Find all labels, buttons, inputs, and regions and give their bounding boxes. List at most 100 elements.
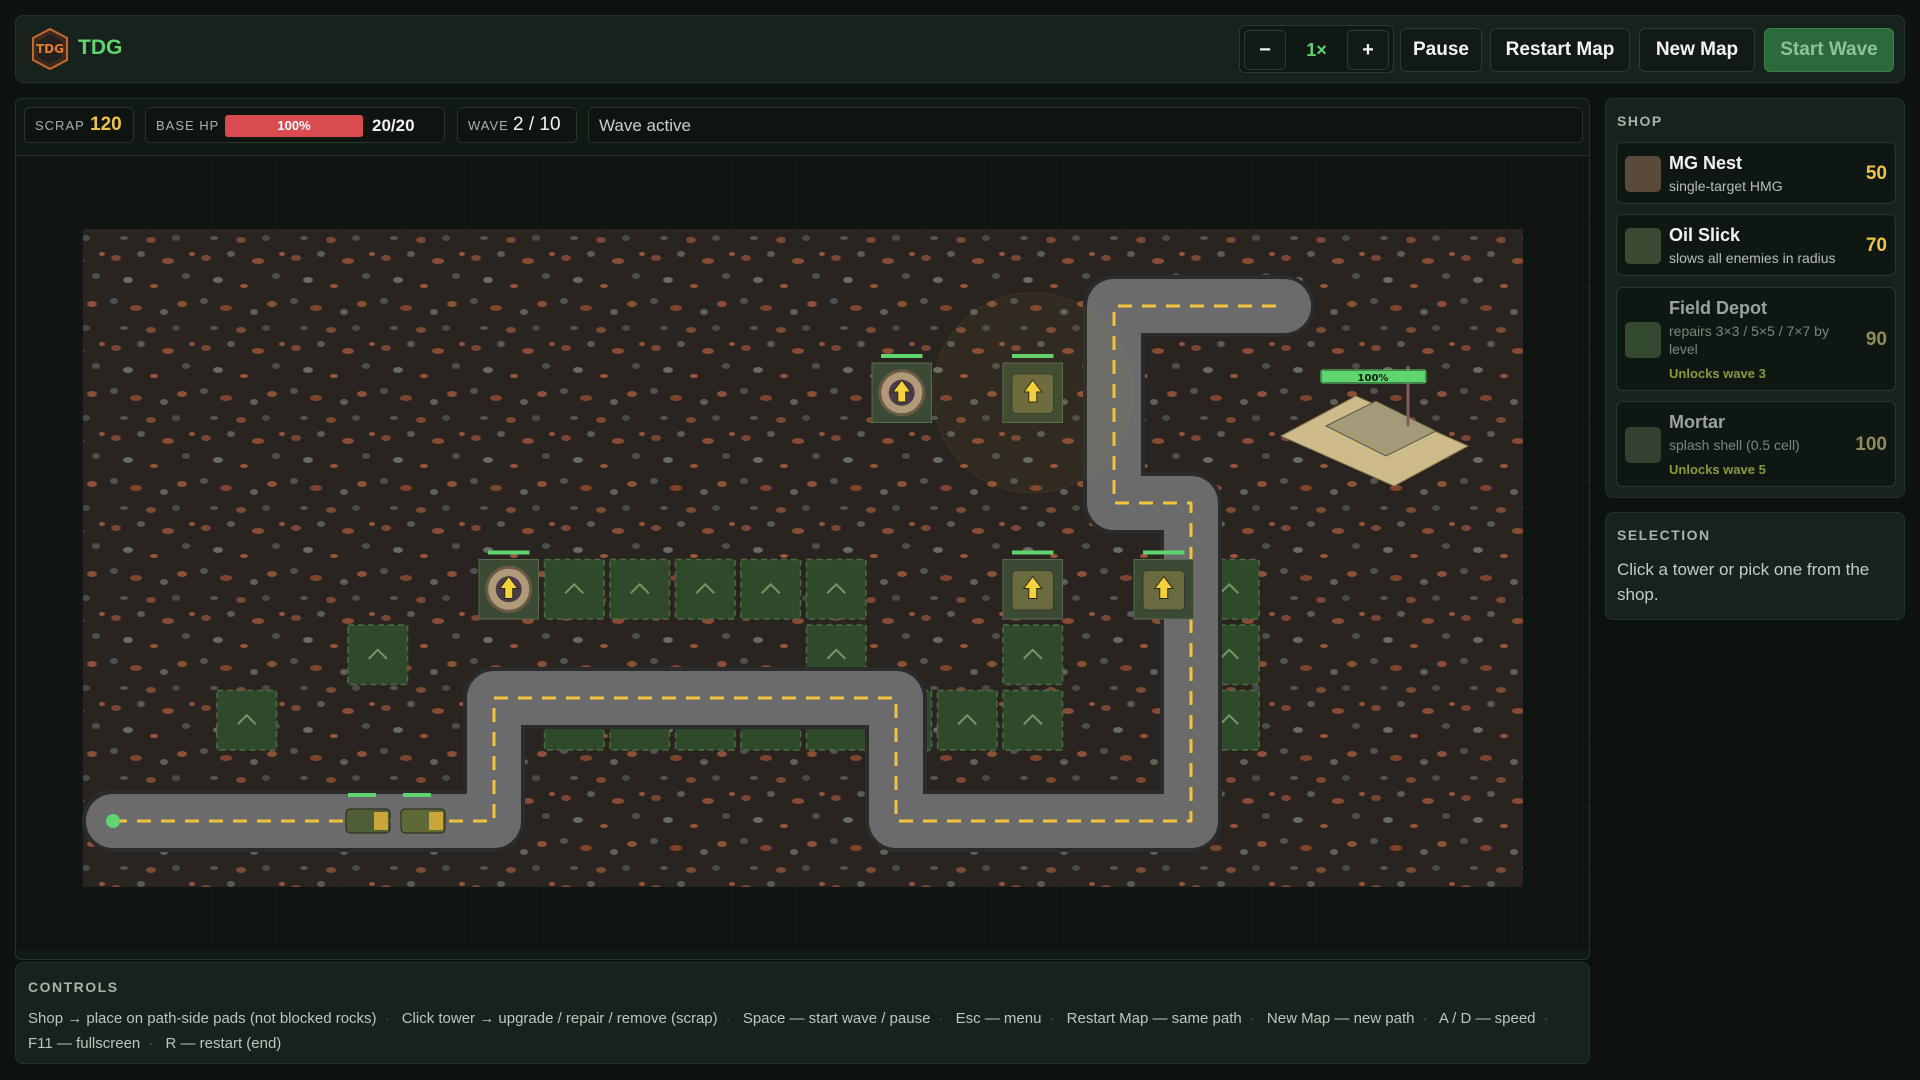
tower-health-bar (1143, 550, 1185, 555)
shop-item-name: Field Depot (1669, 298, 1767, 318)
build-pad[interactable] (740, 558, 802, 620)
start-wave-button[interactable]: Start Wave (1764, 28, 1894, 72)
tower-health-bar (881, 354, 923, 358)
tower[interactable] (1002, 550, 1063, 620)
field-depot-icon (1625, 322, 1661, 358)
base-hp-percent: 100% (277, 118, 311, 133)
tower[interactable] (478, 550, 539, 620)
pause-button[interactable]: Pause (1400, 28, 1482, 72)
shop-item-field-depot[interactable]: Field Depot repairs 3×3 / 5×5 / 7×7 by l… (1616, 287, 1896, 391)
pad-tile[interactable] (216, 689, 278, 751)
new-map-button[interactable]: New Map (1639, 28, 1755, 72)
shop-item-cost: 100 (1855, 434, 1887, 455)
control-hint: F11 — fullscreen (28, 1035, 141, 1052)
build-pad[interactable] (1002, 624, 1064, 686)
mortar-icon (1625, 427, 1661, 463)
logo-text: TDG (36, 42, 64, 56)
shop-item-cost: 70 (1865, 235, 1887, 256)
status-message: Wave active (599, 116, 691, 135)
vehicle-cab (429, 812, 443, 830)
pad-tile[interactable] (347, 624, 409, 686)
build-pad[interactable] (347, 624, 409, 686)
selection-title: SELECTION (1617, 527, 1711, 543)
pad-tile[interactable] (740, 558, 802, 620)
game-panel: SCRAP 120 BASE HP 100% 20/20 WAVE 2 / 10… (15, 98, 1590, 960)
control-hint: Space — start wave / pause (742, 1010, 931, 1027)
tower[interactable] (871, 354, 932, 423)
pad-tile[interactable] (936, 689, 998, 751)
shop-title: SHOP (1617, 113, 1663, 129)
control-hint: Click tower → upgrade / repair / remove … (401, 1010, 718, 1027)
control-hint: Restart Map — same path (1066, 1010, 1242, 1027)
vehicle-cab (374, 812, 388, 830)
shop-item-name: MG Nest (1669, 153, 1743, 173)
shop-item-desc: splash shell (0.5 cell) (1669, 437, 1800, 453)
build-pad[interactable] (543, 558, 605, 620)
restart-map-button[interactable]: Restart Map (1490, 28, 1630, 72)
status-bar: SCRAP 120 BASE HP 100% 20/20 WAVE 2 / 10… (24, 107, 1583, 143)
scrap-value: 120 (90, 114, 122, 135)
base-hp-label: BASE HP (156, 118, 220, 133)
shop-item-unlock: Unlocks wave 5 (1669, 462, 1766, 477)
build-pad[interactable] (936, 689, 998, 751)
controls-list: Shop → place on path-side pads (not bloc… (28, 1010, 1549, 1052)
pad-tile[interactable] (1002, 689, 1064, 751)
shop-item-desc: repairs 3×3 / 5×5 / 7×7 by level (1669, 323, 1829, 357)
scrap-label: SCRAP (35, 118, 85, 133)
build-pad[interactable] (609, 558, 671, 620)
app-title: TDG (78, 36, 123, 59)
pad-tile[interactable] (543, 558, 605, 620)
tower-health-bar (488, 550, 530, 555)
pad-tile[interactable] (805, 558, 867, 620)
shop-item-name: Oil Slick (1669, 225, 1741, 245)
game-map[interactable]: 100% (16, 155, 1589, 949)
control-hint: R — restart (end) (165, 1035, 282, 1052)
base-hp-bar: 100% (225, 115, 363, 137)
speed-value: 1× (1306, 40, 1327, 60)
scrap-stat: SCRAP 120 (24, 107, 134, 143)
pad-tile[interactable] (674, 558, 736, 620)
wave-label: WAVE (468, 118, 509, 133)
enemy-health-bar (403, 793, 431, 797)
controls-panel: CONTROLS Shop → place on path-side pads … (15, 962, 1590, 1064)
build-pad[interactable] (1002, 689, 1064, 751)
shop-item-desc: single-target HMG (1669, 178, 1783, 194)
shop-item-name: Mortar (1669, 412, 1726, 432)
shop-item-mortar[interactable]: Mortar splash shell (0.5 cell) Unlocks w… (1616, 401, 1896, 487)
control-hint: Esc — menu (955, 1010, 1042, 1027)
shop-panel: SHOP MG Nest single-target HMG 50 Oil Sl… (1605, 98, 1905, 498)
wave-value: 2 / 10 (513, 114, 561, 135)
tower-health-bar (1012, 550, 1054, 555)
app-logo: TDG (32, 28, 68, 70)
control-hint: New Map — new path (1266, 1010, 1415, 1027)
build-pad[interactable] (216, 689, 278, 751)
speed-increase-button[interactable]: + (1347, 30, 1389, 70)
map-canvas[interactable]: 100% (16, 156, 1589, 950)
control-hint: Shop → place on path-side pads (not bloc… (28, 1010, 377, 1027)
shop-item-desc: slows all enemies in radius (1669, 250, 1836, 266)
shop-item-oil-slick[interactable]: Oil Slick slows all enemies in radius 70 (1616, 214, 1896, 276)
pad-tile[interactable] (609, 558, 671, 620)
terrain-ground (83, 229, 1523, 887)
build-pad[interactable] (805, 558, 867, 620)
mg-nest-icon (1625, 156, 1661, 192)
base-health-label: 100% (1358, 373, 1389, 384)
tower[interactable] (1133, 550, 1194, 620)
build-pad[interactable] (674, 558, 736, 620)
pad-tile[interactable] (1002, 624, 1064, 686)
control-hint: A / D — speed (1438, 1010, 1536, 1027)
shop-item-mg-nest[interactable]: MG Nest single-target HMG 50 (1616, 142, 1896, 204)
base-hp-stat: BASE HP 100% 20/20 (145, 107, 445, 143)
top-bar: TDG TDG − 1× + Pause Restart Map New Map… (15, 15, 1905, 83)
speed-control: − 1× + (1239, 25, 1394, 73)
shop-item-cost: 50 (1865, 163, 1887, 184)
controls-title: CONTROLS (28, 979, 119, 995)
tower-range-ring (932, 292, 1134, 494)
spawn-point-icon (106, 814, 120, 828)
base-hp-value: 20/20 (372, 116, 415, 135)
shop-item-cost: 90 (1865, 329, 1887, 350)
status-message-box: Wave active (588, 107, 1583, 143)
selection-panel: SELECTION Click a tower or pick one from… (1605, 512, 1905, 620)
enemy-health-bar (348, 793, 376, 797)
speed-decrease-button[interactable]: − (1244, 30, 1286, 70)
